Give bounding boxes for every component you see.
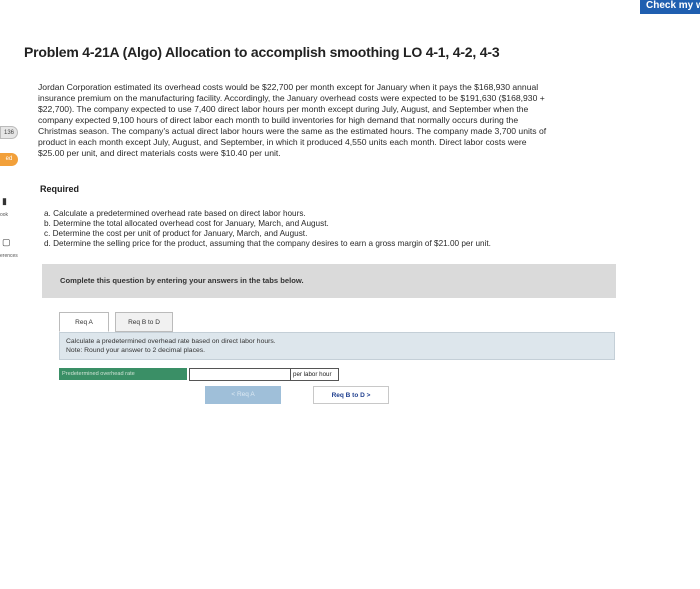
next-req-button[interactable]: Req B to D > (313, 386, 389, 404)
prev-req-button[interactable]: < Req A (205, 386, 281, 404)
references-label[interactable]: erences (0, 253, 18, 259)
answer-unit-label: per labor hour (291, 368, 339, 381)
status-badge[interactable]: ed (0, 153, 18, 166)
instructions-banner: Complete this question by entering your … (42, 264, 616, 298)
question-progress-badge[interactable]: 136 (0, 126, 18, 139)
description-line: $25.00 per unit, and direct materials co… (38, 148, 281, 158)
description-line: $22,700). The company expected to use 7,… (38, 104, 529, 114)
rounding-note: Note: Round your answer to 2 decimal pla… (66, 347, 206, 354)
book-icon[interactable]: ▮ (2, 196, 7, 207)
required-heading: Required (40, 184, 80, 194)
description-line: insurance premium on the manufacturing f… (38, 93, 545, 103)
overhead-rate-input[interactable] (189, 368, 291, 381)
description-line: Jordan Corporation estimated its overhea… (38, 82, 539, 92)
ebook-label[interactable]: ook (0, 212, 8, 218)
instruction-text: Calculate a predetermined overhead rate … (66, 338, 276, 345)
requirement-tabs: Req A Req B to D (59, 312, 173, 332)
required-list: a. Calculate a predetermined overhead ra… (44, 209, 491, 249)
check-my-work-button[interactable]: Check my w (640, 0, 700, 14)
description-line: product in each month except July, Augus… (38, 137, 527, 147)
requirement-instruction: Calculate a predetermined overhead rate … (59, 332, 615, 360)
required-item: d. Determine the selling price for the p… (44, 239, 491, 248)
problem-title: Problem 4-21A (Algo) Allocation to accom… (24, 44, 500, 60)
answer-row: Predetermined overhead rate per labor ho… (59, 368, 339, 382)
required-item: c. Determine the cost per unit of produc… (44, 229, 308, 238)
references-icon[interactable]: ▢ (2, 237, 11, 248)
required-item: b. Determine the total allocated overhea… (44, 219, 329, 228)
description-line: company expected 9,100 hours of direct l… (38, 115, 519, 125)
banner-text: Complete this question by entering your … (60, 276, 304, 285)
problem-description: Jordan Corporation estimated its overhea… (38, 82, 638, 159)
required-item: a. Calculate a predetermined overhead ra… (44, 209, 306, 218)
description-line: Christmas season. The company's actual d… (38, 126, 547, 136)
left-sidebar: 136 ed ▮ ook ▢ erences (0, 0, 20, 589)
tab-req-a[interactable]: Req A (59, 312, 109, 332)
tab-req-b-to-d[interactable]: Req B to D (115, 312, 173, 332)
answer-label: Predetermined overhead rate (59, 368, 187, 380)
